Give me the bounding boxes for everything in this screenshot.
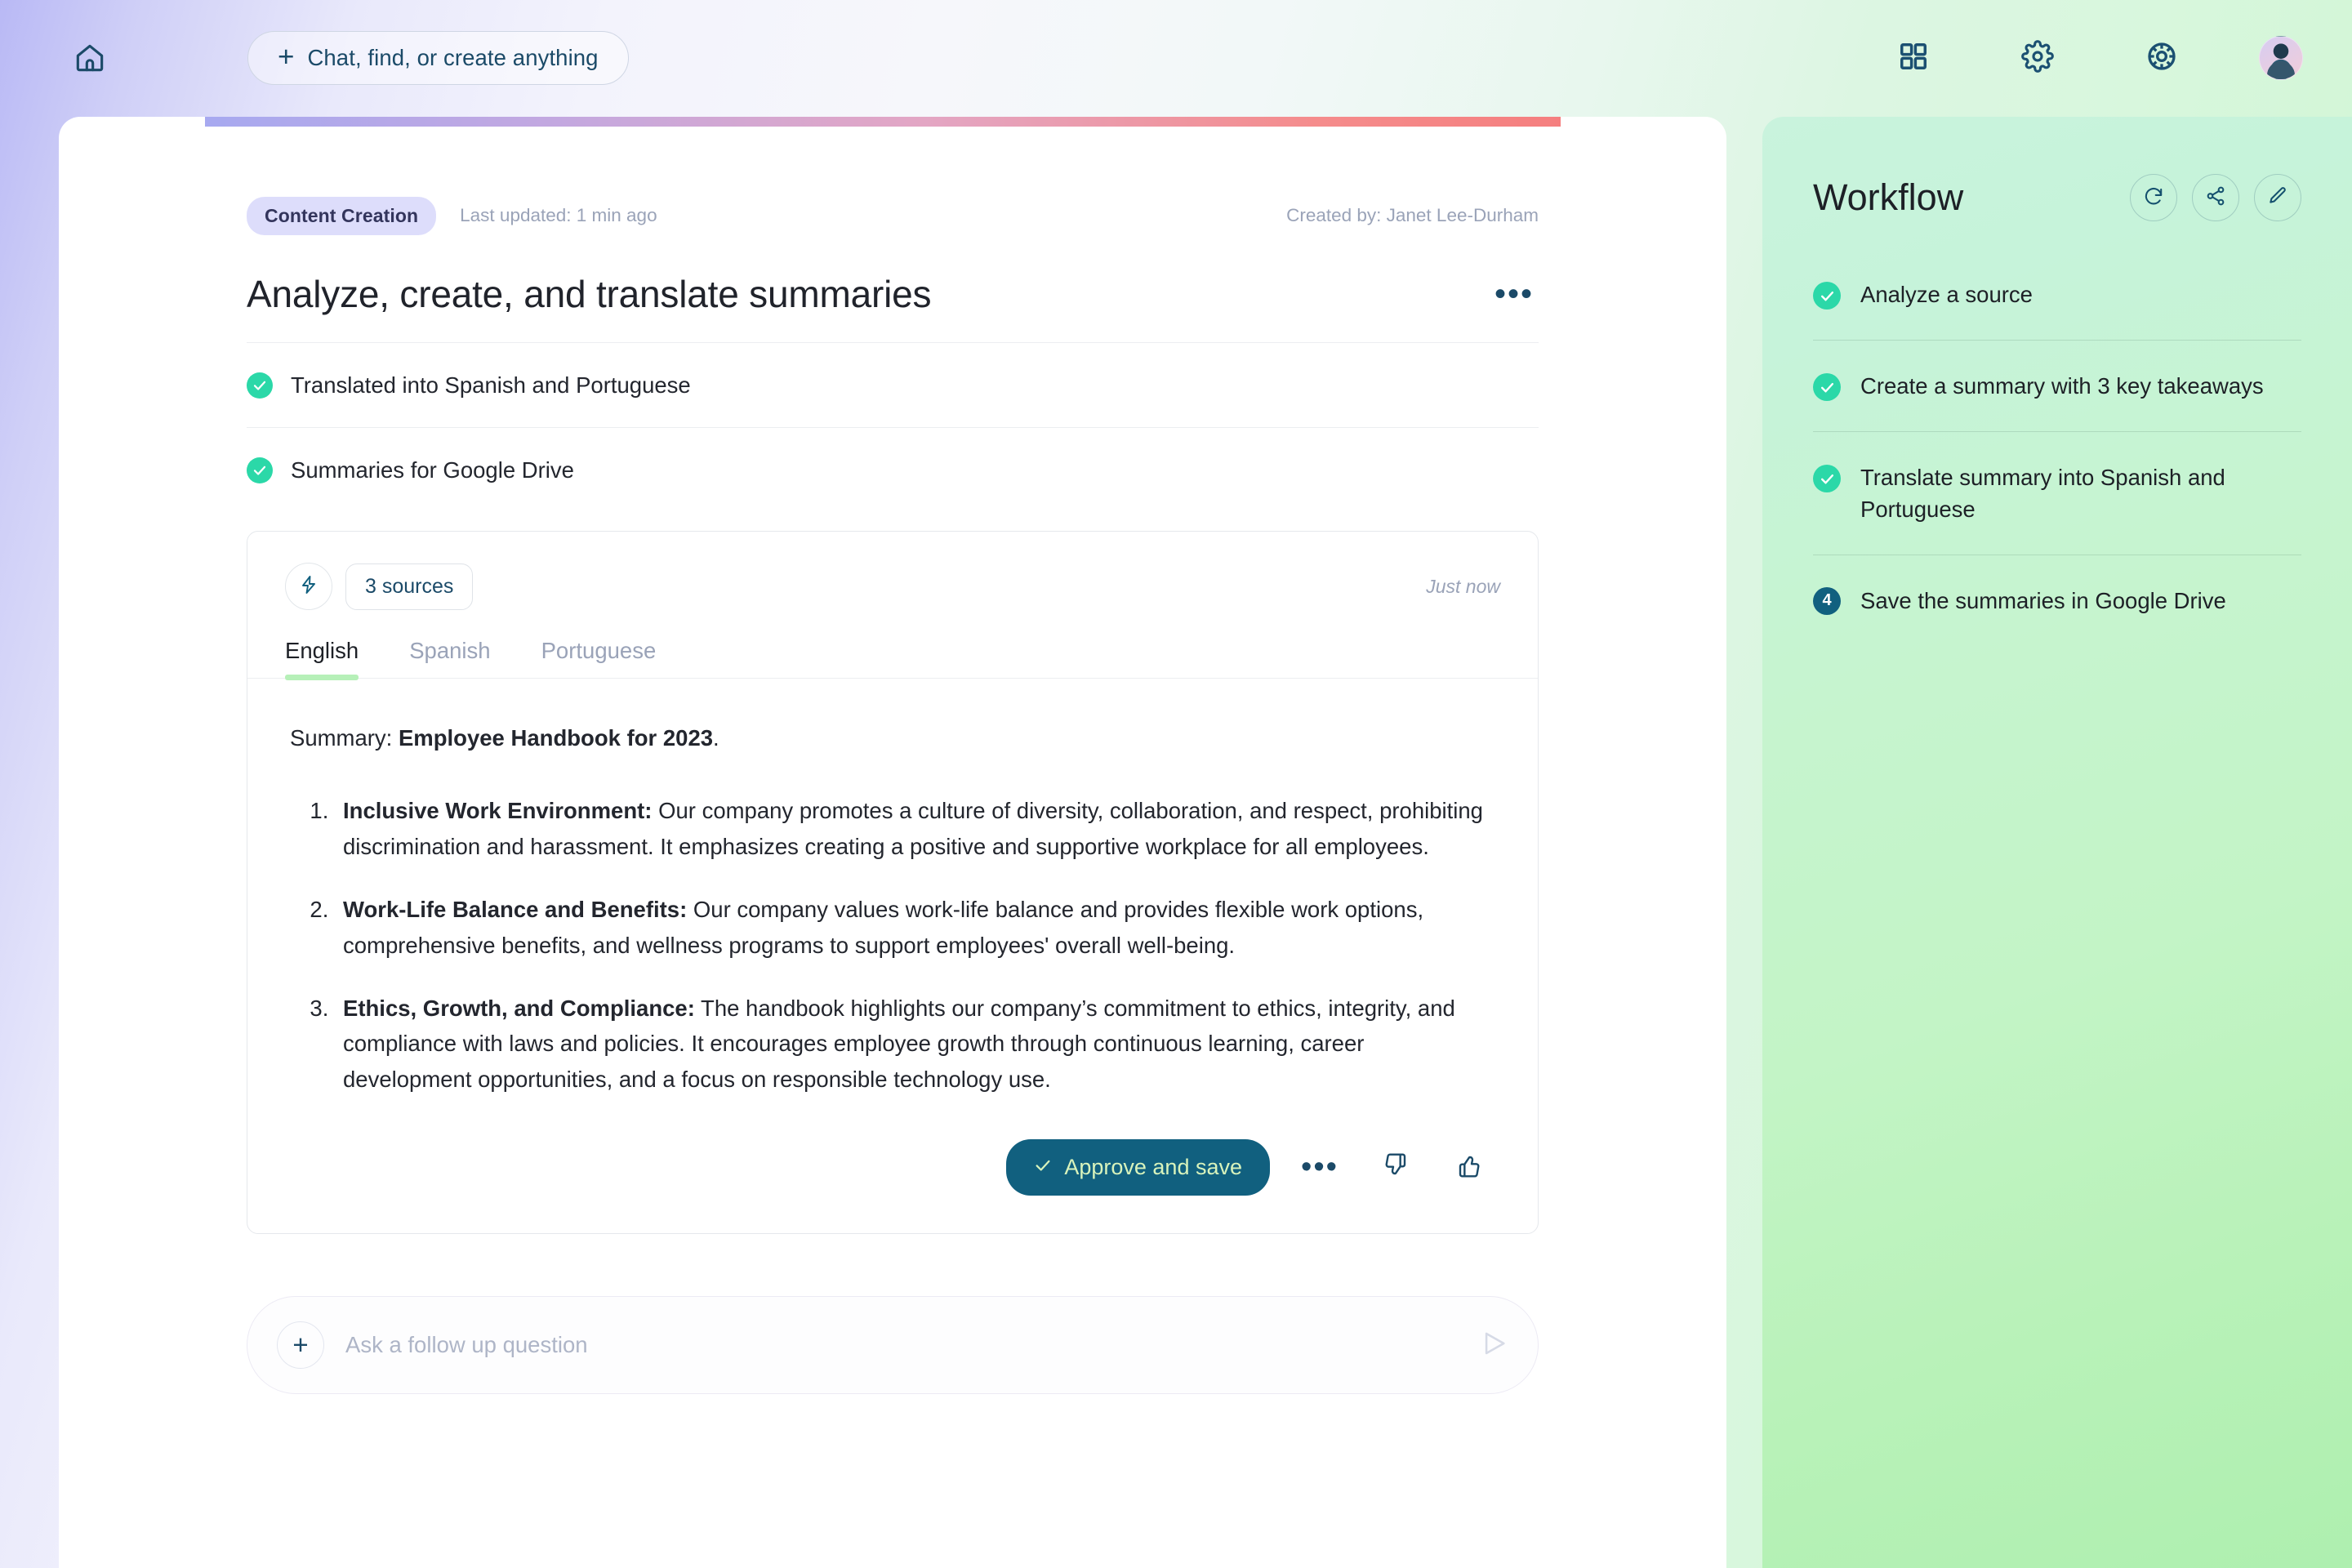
lightning-bolt-icon xyxy=(299,575,318,599)
takeaways-list: Inclusive Work Environment: Our company … xyxy=(290,793,1495,1097)
created-by-text: Created by: Janet Lee-Durham xyxy=(1286,205,1539,225)
status-badge: Content Creation xyxy=(247,196,437,235)
workflow-step-4[interactable]: 4 Save the summaries in Google Drive xyxy=(1813,555,2301,646)
add-attachment-button[interactable]: + xyxy=(277,1321,324,1370)
list-item: Work-Life Balance and Benefits: Our comp… xyxy=(335,892,1495,963)
top-bar: + Chat, find, or create anything xyxy=(0,0,2352,117)
tab-english[interactable]: English xyxy=(285,638,359,680)
share-icon xyxy=(2205,185,2226,211)
followup-placeholder: Ask a follow up question xyxy=(345,1332,588,1358)
page-title: Analyze, create, and translate summaries xyxy=(247,273,932,315)
main-content-card: Content Creation Last updated: 1 min ago… xyxy=(59,117,1726,1568)
task-row[interactable]: Translated into Spanish and Portuguese xyxy=(247,343,1539,428)
check-circle-icon xyxy=(1813,282,1841,310)
home-icon xyxy=(72,40,108,80)
thumbs-up-button[interactable] xyxy=(1445,1143,1495,1193)
gear-settings-icon xyxy=(2021,39,2054,77)
summary-prefix: Summary: xyxy=(290,725,399,751)
list-item: Inclusive Work Environment: Our company … xyxy=(335,793,1495,864)
card-meta-row: Content Creation Last updated: 1 min ago… xyxy=(247,196,1539,235)
title-row: Analyze, create, and translate summaries… xyxy=(247,272,1539,343)
workflow-step-label: Save the summaries in Google Drive xyxy=(1860,588,2226,614)
lightning-bolt-button[interactable] xyxy=(285,563,332,610)
plus-icon: + xyxy=(278,40,295,73)
workflow-step-3[interactable]: Translate summary into Spanish and Portu… xyxy=(1813,432,2301,556)
top-bar-icons xyxy=(1816,31,2303,85)
help-button[interactable] xyxy=(2135,31,2189,85)
result-header: 3 sources Just now xyxy=(247,532,1538,638)
workflow-actions xyxy=(2130,174,2301,221)
omnibox-button[interactable]: + Chat, find, or create anything xyxy=(247,31,629,85)
settings-button[interactable] xyxy=(2011,31,2065,85)
workflow-edit-button[interactable] xyxy=(2254,174,2301,221)
takeaway-heading: Ethics, Growth, and Compliance: xyxy=(343,996,695,1021)
summary-heading-line: Summary: Employee Handbook for 2023. xyxy=(290,721,1495,755)
followup-input-bar[interactable]: + Ask a follow up question xyxy=(247,1296,1539,1395)
approve-and-save-button[interactable]: Approve and save xyxy=(1006,1139,1270,1196)
list-item: Ethics, Growth, and Compliance: The hand… xyxy=(335,991,1495,1097)
workflow-share-button[interactable] xyxy=(2192,174,2239,221)
workflow-step-label: Create a summary with 3 key takeaways xyxy=(1860,373,2264,399)
refresh-icon xyxy=(2143,185,2164,211)
summary-suffix: . xyxy=(713,725,719,751)
language-tabs: English Spanish Portuguese xyxy=(247,638,1538,680)
result-actions: Approve and save ••• xyxy=(247,1125,1538,1233)
takeaway-heading: Inclusive Work Environment: xyxy=(343,798,653,824)
result-timestamp: Just now xyxy=(1426,575,1500,597)
workflow-steps-list: Analyze a source Create a summary with 3… xyxy=(1813,270,2301,646)
summary-document-name: Employee Handbook for 2023 xyxy=(398,725,714,751)
task-row[interactable]: Summaries for Google Drive xyxy=(247,428,1539,513)
workflow-step-2[interactable]: Create a summary with 3 key takeaways xyxy=(1813,341,2301,433)
home-button[interactable] xyxy=(69,39,110,80)
grid-apps-button[interactable] xyxy=(1886,31,1940,85)
workflow-panel: Workflow Analyze a source Create a summa… xyxy=(1762,117,2352,1568)
accent-gradient-bar xyxy=(205,117,1561,127)
edit-pencil-icon xyxy=(2267,185,2288,211)
thumbs-up-icon xyxy=(1457,1152,1483,1183)
omnibox-label: Chat, find, or create anything xyxy=(307,45,599,70)
check-circle-icon xyxy=(247,457,273,483)
card-overflow-menu-button[interactable]: ••• xyxy=(1490,278,1539,310)
tab-spanish[interactable]: Spanish xyxy=(409,638,490,678)
check-icon xyxy=(1034,1155,1052,1180)
workflow-step-1[interactable]: Analyze a source xyxy=(1813,270,2301,341)
thumbs-down-button[interactable] xyxy=(1370,1143,1420,1193)
step-number-badge: 4 xyxy=(1813,586,1841,615)
result-body: Summary: Employee Handbook for 2023. Inc… xyxy=(247,679,1538,1097)
check-circle-icon xyxy=(1813,465,1841,493)
takeaway-heading: Work-Life Balance and Benefits: xyxy=(343,897,688,923)
workflow-step-label: Translate summary into Spanish and Portu… xyxy=(1860,465,2225,523)
task-label: Summaries for Google Drive xyxy=(291,457,574,483)
approve-label: Approve and save xyxy=(1064,1155,1242,1180)
tab-portuguese[interactable]: Portuguese xyxy=(541,638,657,678)
sources-chip-button[interactable]: 3 sources xyxy=(345,563,474,610)
result-overflow-menu-button[interactable]: ••• xyxy=(1294,1143,1345,1193)
check-circle-icon xyxy=(1813,373,1841,402)
send-icon xyxy=(1481,1332,1508,1361)
workflow-step-label: Analyze a source xyxy=(1860,282,2033,307)
result-card: 3 sources Just now English Spanish Portu… xyxy=(247,531,1539,1235)
check-circle-icon xyxy=(247,372,273,399)
help-wheel-icon xyxy=(2145,40,2178,77)
send-button[interactable] xyxy=(1481,1330,1508,1361)
workflow-title: Workflow xyxy=(1813,176,1964,218)
last-updated-text: Last updated: 1 min ago xyxy=(460,205,657,225)
workflow-header: Workflow xyxy=(1813,174,2301,221)
task-label: Translated into Spanish and Portuguese xyxy=(291,372,691,398)
thumbs-down-icon xyxy=(1382,1152,1408,1183)
workflow-refresh-button[interactable] xyxy=(2130,174,2177,221)
grid-apps-icon xyxy=(1898,41,1929,76)
user-avatar[interactable] xyxy=(2259,36,2303,80)
